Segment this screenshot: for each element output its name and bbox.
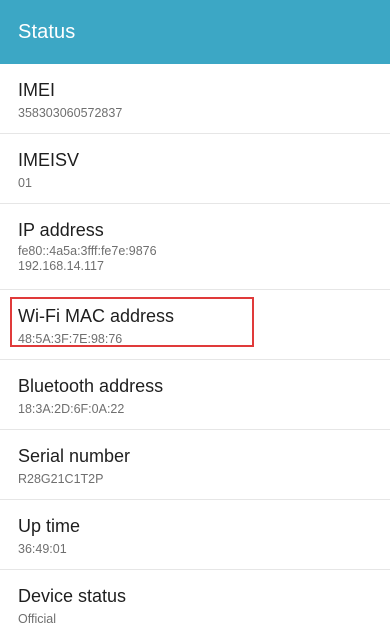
list-item-bluetooth-address[interactable]: Bluetooth address 18:3A:2D:6F:0A:22	[0, 360, 390, 430]
list-item-ip-address[interactable]: IP address fe80::4a5a:3fff:fe7e:9876 192…	[0, 204, 390, 290]
item-label: IMEISV	[18, 150, 80, 170]
item-value: 358303060572837	[18, 106, 123, 120]
item-label: IMEI	[18, 80, 56, 100]
item-value: fe80::4a5a:3fff:fe7e:9876 192.168.14.117	[18, 244, 157, 274]
item-label: Wi-Fi MAC address	[18, 306, 175, 326]
item-value: 36:49:01	[18, 542, 67, 556]
item-label: Device status	[18, 586, 127, 606]
item-value: 01	[18, 176, 32, 190]
item-value: Official	[18, 612, 56, 626]
list-item-device-status[interactable]: Device status Official	[0, 570, 390, 640]
list-item-serial-number[interactable]: Serial number R28G21C1T2P	[0, 430, 390, 500]
list-item-up-time[interactable]: Up time 36:49:01	[0, 500, 390, 570]
list-item-imeisv[interactable]: IMEISV 01	[0, 134, 390, 204]
item-value: 18:3A:2D:6F:0A:22	[18, 402, 125, 416]
list-item-imei[interactable]: IMEI 358303060572837	[0, 64, 390, 134]
item-value: R28G21C1T2P	[18, 472, 104, 486]
status-list: IMEI 358303060572837 IMEISV 01 IP addres…	[0, 64, 390, 640]
item-label: Up time	[18, 516, 81, 536]
item-value: 48:5A:3F:7E:98:76	[18, 332, 123, 346]
item-value-ipv4: 192.168.14.117	[18, 259, 104, 273]
page-title: Status	[18, 20, 76, 43]
item-label: Serial number	[18, 446, 131, 466]
list-item-wifi-mac-address[interactable]: Wi-Fi MAC address 48:5A:3F:7E:98:76	[0, 290, 390, 360]
app-bar: Status	[0, 0, 390, 64]
item-label: Bluetooth address	[18, 376, 164, 396]
item-label: IP address	[18, 220, 104, 240]
item-value-ipv6: fe80::4a5a:3fff:fe7e:9876	[18, 244, 157, 258]
